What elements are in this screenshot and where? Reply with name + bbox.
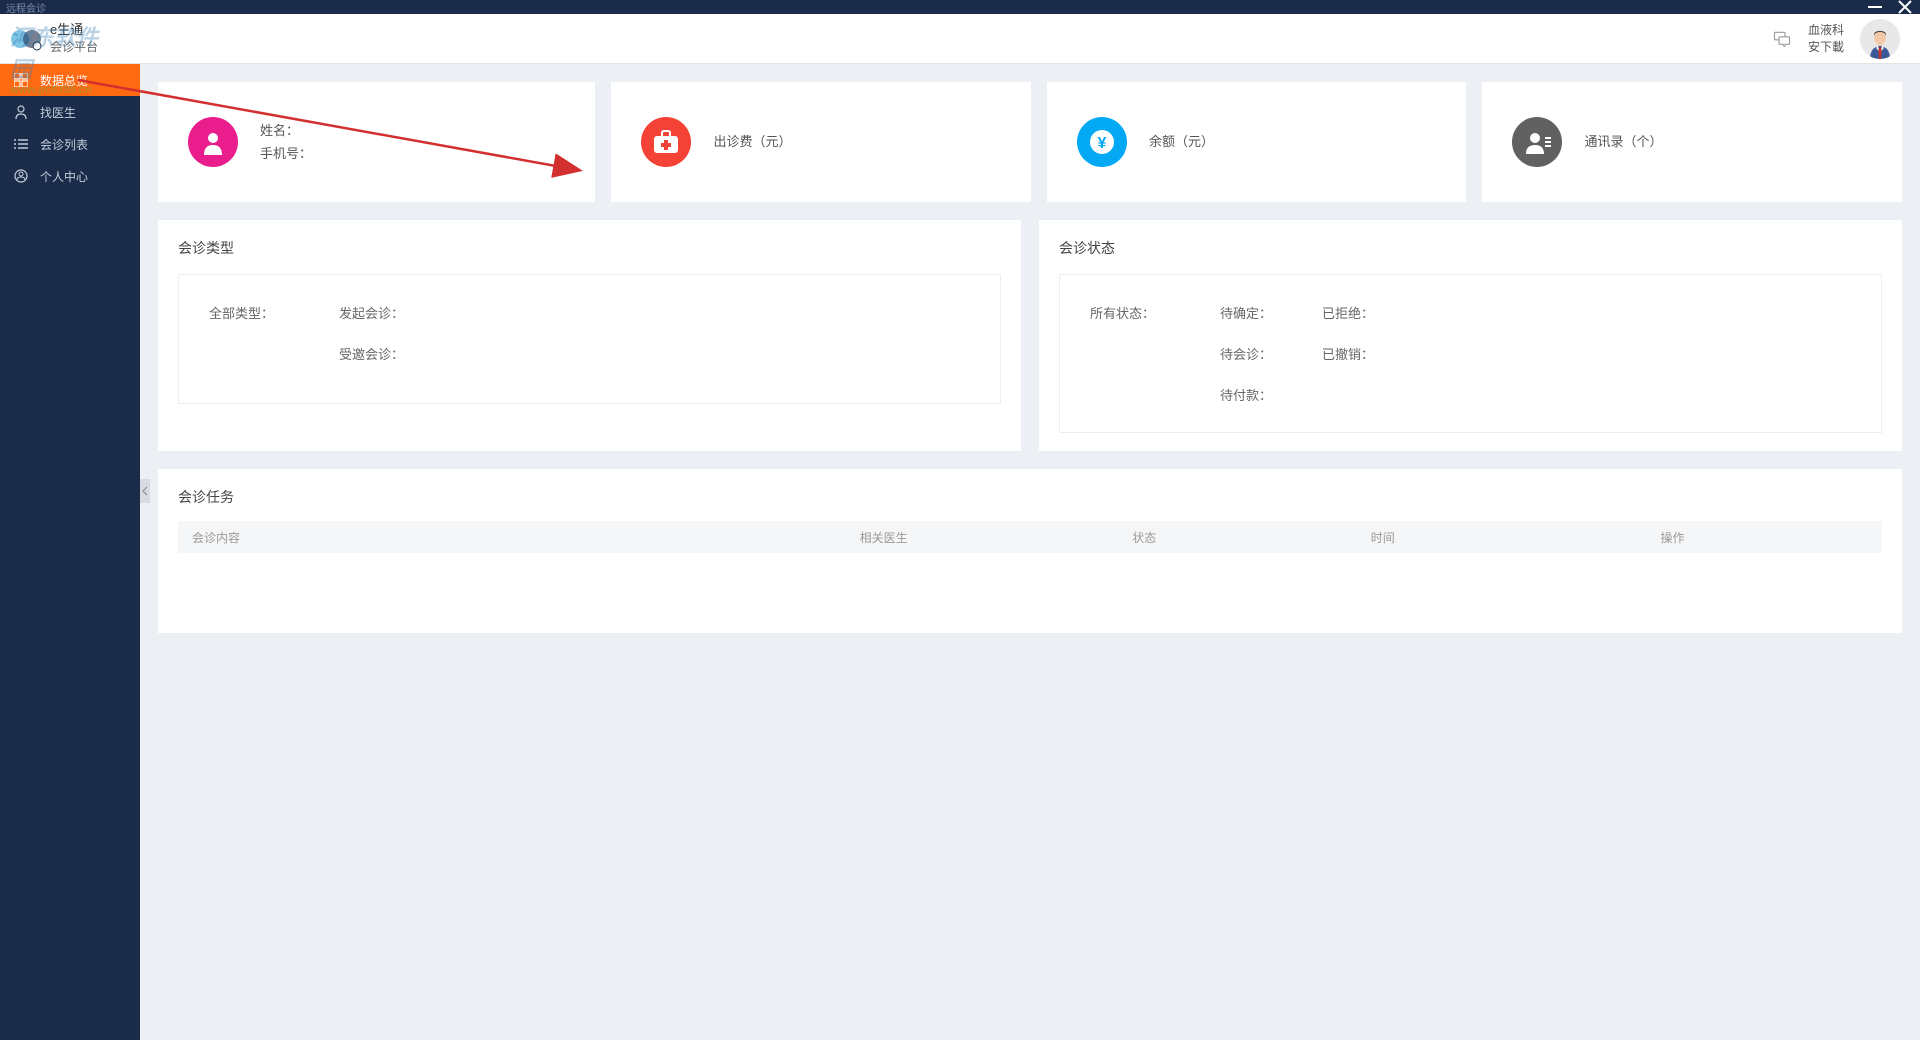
stat-phone-label: 手机号： — [260, 142, 312, 165]
payment-label: 待付款： — [1220, 385, 1272, 404]
col-status: 状态 — [1132, 529, 1371, 546]
contacts-icon — [1512, 117, 1562, 167]
panel-title: 会诊状态 — [1059, 238, 1882, 258]
person-icon — [188, 117, 238, 167]
col-content: 会诊内容 — [178, 529, 860, 546]
tasks-table-body — [178, 553, 1882, 603]
tasks-title: 会诊任务 — [178, 487, 1882, 507]
stat-balance-label: 余额（元） — [1149, 130, 1214, 153]
stat-fee-label: 出诊费（元） — [713, 130, 791, 153]
app-header: 河东软件园 www.pc0359.cn e生通 会诊平台 血液科 安下載 — [0, 14, 1920, 64]
all-types-label: 全部类型： — [209, 303, 289, 322]
sidebar-item-find-doctor[interactable]: 找医生 — [0, 96, 140, 128]
sidebar-item-label: 数据总览 — [40, 72, 88, 89]
logo-area: 河东软件园 www.pc0359.cn e生通 会诊平台 — [10, 22, 98, 56]
close-button[interactable] — [1890, 0, 1920, 14]
avatar[interactable] — [1860, 19, 1900, 59]
user-info: 血液科 安下載 — [1808, 22, 1844, 56]
stat-card-fee: 出诊费（元） — [611, 82, 1031, 202]
stat-card-balance: ¥ 余额（元） — [1047, 82, 1467, 202]
cancelled-label: 已撤销： — [1322, 344, 1374, 363]
tasks-table-header: 会诊内容 相关医生 状态 时间 操作 — [178, 521, 1882, 553]
tasks-panel: 会诊任务 会诊内容 相关医生 状态 时间 操作 — [158, 469, 1902, 633]
logo-icon — [10, 22, 44, 56]
pending-label: 待确定： — [1220, 303, 1272, 322]
grid-icon — [14, 73, 28, 87]
stat-card-profile: 姓名： 手机号： — [158, 82, 595, 202]
minimize-button[interactable] — [1860, 0, 1890, 14]
waiting-label: 待会诊： — [1220, 344, 1272, 363]
window-titlebar: 远程会诊 — [0, 0, 1920, 14]
stat-name-label: 姓名： — [260, 119, 312, 142]
medkit-icon — [641, 117, 691, 167]
yen-icon: ¥ — [1077, 117, 1127, 167]
chat-icon[interactable] — [1772, 30, 1792, 48]
invited-label: 受邀会诊： — [339, 344, 404, 363]
doctor-icon — [14, 105, 28, 119]
user-name: 安下載 — [1808, 39, 1844, 56]
sidebar-item-consult-list[interactable]: 会诊列表 — [0, 128, 140, 160]
consult-status-panel: 会诊状态 所有状态： 待确定： 已拒绝： 待会诊： 已撤销： 待付款： — [1039, 220, 1902, 451]
col-doctor: 相关医生 — [860, 529, 1133, 546]
col-action: 操作 — [1660, 529, 1882, 546]
logo-text-sub: 会诊平台 — [50, 38, 98, 55]
collapse-handle[interactable] — [140, 479, 150, 503]
sidebar-item-label: 个人中心 — [40, 168, 88, 185]
list-icon — [14, 137, 28, 151]
sidebar-item-overview[interactable]: 数据总览 — [0, 64, 140, 96]
col-time: 时间 — [1371, 529, 1661, 546]
user-dept: 血液科 — [1808, 22, 1844, 39]
main-content: 姓名： 手机号： 出诊费（元） ¥ 余额（元） 通讯录（个 — [140, 64, 1920, 1040]
stat-card-contacts: 通讯录（个） — [1482, 82, 1902, 202]
window-title: 远程会诊 — [6, 0, 46, 15]
sidebar: 数据总览 找医生 会诊列表 个人中心 — [0, 64, 140, 1040]
initiate-label: 发起会诊： — [339, 303, 404, 322]
user-icon — [14, 169, 28, 183]
all-status-label: 所有状态： — [1090, 303, 1170, 322]
stat-contacts-label: 通讯录（个） — [1584, 130, 1662, 153]
panel-title: 会诊类型 — [178, 238, 1001, 258]
sidebar-item-profile[interactable]: 个人中心 — [0, 160, 140, 192]
svg-text:¥: ¥ — [1098, 135, 1107, 152]
consult-type-panel: 会诊类型 全部类型： 发起会诊： 受邀会诊： — [158, 220, 1021, 451]
rejected-label: 已拒绝： — [1322, 303, 1374, 322]
logo-text-main: e生通 — [50, 22, 98, 38]
sidebar-item-label: 会诊列表 — [40, 136, 88, 153]
sidebar-item-label: 找医生 — [40, 104, 76, 121]
